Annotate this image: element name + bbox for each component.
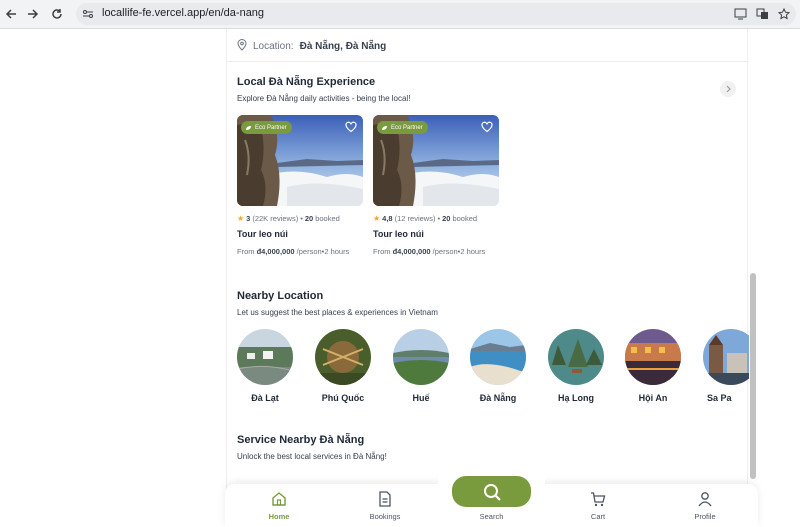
experience-card[interactable]: Eco Partner ★ 4,8 (12 reviews) • 20 book… (373, 115, 499, 256)
nav-profile-label: Profile (694, 512, 716, 521)
url-text: locallife-fe.vercel.app/en/da-nang (102, 7, 265, 19)
search-button[interactable] (452, 476, 531, 507)
reload-icon[interactable] (48, 5, 66, 23)
booked-label: booked (452, 214, 478, 223)
eco-partner-badge: Eco Partner (241, 121, 292, 134)
page: Location: Đà Nẵng, Đà Nẵng Local Đà Nẵng… (0, 29, 800, 527)
location-item-sa-pa[interactable]: Sa Pa (703, 329, 749, 403)
location-image (237, 329, 293, 385)
experience-card-image: Eco Partner (237, 115, 363, 206)
nav-home[interactable]: Home (249, 490, 309, 521)
forward-arrow-icon[interactable] (24, 5, 42, 23)
price-suffix: /person (432, 247, 458, 256)
nav-bookings-label: Bookings (369, 512, 401, 521)
booked-count: 20 (442, 214, 451, 223)
service-section-title: Service Nearby Đà Nẵng (237, 434, 365, 446)
scrollbar[interactable] (749, 29, 757, 489)
nav-bookings[interactable]: Bookings (355, 490, 415, 521)
nav-search-label: Search (479, 512, 504, 521)
location-image (625, 329, 681, 385)
location-name: Đà Lạt (251, 393, 279, 403)
home-icon (249, 490, 309, 508)
location-item-ha-long[interactable]: Hạ Long (548, 329, 604, 403)
scrollbar-thumb[interactable] (750, 273, 756, 479)
rating-row: ★ 4,8 (12 reviews) • 20 booked (373, 214, 478, 223)
price-row: From đ4,000,000 /person•2 hours (373, 247, 486, 256)
location-label: Location: (253, 40, 294, 52)
nearby-section-subtitle: Let us suggest the best places & experie… (237, 308, 438, 317)
service-section-subtitle: Unlock the best local services in Đà Nẵn… (237, 452, 387, 461)
map-pin-icon (237, 38, 247, 54)
chevron-right-icon (726, 85, 731, 93)
cart-icon (568, 490, 628, 508)
search-icon (483, 483, 501, 501)
booked-label: booked (315, 214, 340, 223)
badge-label: Eco Partner (391, 124, 423, 131)
experience-card-title[interactable]: Tour leo núi (373, 229, 499, 239)
badge-label: Eco Partner (255, 124, 287, 131)
heart-icon[interactable] (345, 121, 357, 133)
star-icon: ★ (237, 214, 245, 223)
location-item-da-nang[interactable]: Đà Nẵng (470, 329, 526, 403)
location-item-hoi-an[interactable]: Hội An (625, 329, 681, 403)
experience-card-title[interactable]: Tour leo núi (237, 229, 363, 239)
nav-cart[interactable]: Cart (568, 490, 628, 521)
price-row: From đ4,000,000 /person•2 hours (237, 247, 350, 256)
location-image (393, 329, 449, 385)
eco-partner-badge: Eco Partner (377, 121, 428, 134)
experience-section-subtitle: Explore Đà Nẵng daily activities - being… (237, 94, 411, 103)
translate-icon[interactable] (754, 6, 770, 22)
location-image (470, 329, 526, 385)
price-prefix: From (373, 247, 391, 256)
star-icon: ★ (373, 214, 381, 223)
location-name: Huế (412, 393, 430, 403)
browser-toolbar: locallife-fe.vercel.app/en/da-nang (0, 0, 800, 29)
duration: 2 hours (460, 247, 486, 256)
install-app-icon[interactable] (732, 6, 748, 22)
rating-value: 4,8 (382, 214, 393, 223)
price-prefix: From (237, 247, 255, 256)
main-content: Location: Đà Nẵng, Đà Nẵng Local Đà Nẵng… (226, 29, 749, 527)
profile-icon (675, 490, 735, 508)
nav-cart-label: Cart (590, 512, 606, 521)
location-item-da-lat[interactable]: Đà Lạt (237, 329, 293, 403)
back-arrow-icon[interactable] (2, 5, 20, 23)
location-item-phu-quoc[interactable]: Phú Quốc (315, 329, 371, 403)
location-name: Hạ Long (558, 393, 594, 403)
location-row: Location: Đà Nẵng, Đà Nẵng (237, 37, 386, 55)
heart-icon[interactable] (481, 121, 493, 133)
location-name: Phú Quốc (321, 393, 365, 403)
price-suffix: /person (296, 247, 322, 256)
carousel-next-button[interactable] (720, 81, 736, 97)
divider (227, 61, 747, 62)
nav-profile[interactable]: Profile (675, 490, 735, 521)
rating-row: ★ 3 (22K reviews) • 20 booked (237, 214, 340, 223)
booked-count: 20 (304, 214, 314, 223)
location-item-hue[interactable]: Huế (393, 329, 449, 403)
duration: 2 hours (324, 247, 350, 256)
location-name: Hội An (638, 393, 668, 403)
location-name: Sa Pa (707, 393, 732, 403)
location-image (315, 329, 371, 385)
site-settings-icon[interactable] (82, 7, 94, 25)
price-value: đ4,000,000 (392, 247, 431, 256)
price-value: đ4,000,000 (256, 247, 295, 256)
location-image (548, 329, 604, 385)
experience-card[interactable]: Eco Partner ★ 3 (22K reviews) • 20 booke… (237, 115, 363, 256)
document-icon (355, 490, 415, 508)
bookmark-star-icon[interactable] (776, 6, 792, 22)
address-bar[interactable]: locallife-fe.vercel.app/en/da-nang (76, 3, 796, 25)
experience-card-image: Eco Partner (373, 115, 499, 206)
experience-section-title: Local Đà Nẵng Experience (237, 76, 376, 88)
location-name: Đà Nẵng (479, 393, 517, 403)
nearby-section-title: Nearby Location (237, 290, 324, 302)
nav-home-label: Home (268, 512, 290, 521)
rating-value: 3 (246, 214, 251, 223)
leaf-icon (382, 125, 387, 130)
location-image (703, 329, 749, 385)
location-value: Đà Nẵng, Đà Nẵng (299, 40, 387, 52)
review-count: (12 reviews) (394, 214, 436, 223)
review-count: (22K reviews) (252, 214, 299, 223)
leaf-icon (246, 125, 251, 130)
